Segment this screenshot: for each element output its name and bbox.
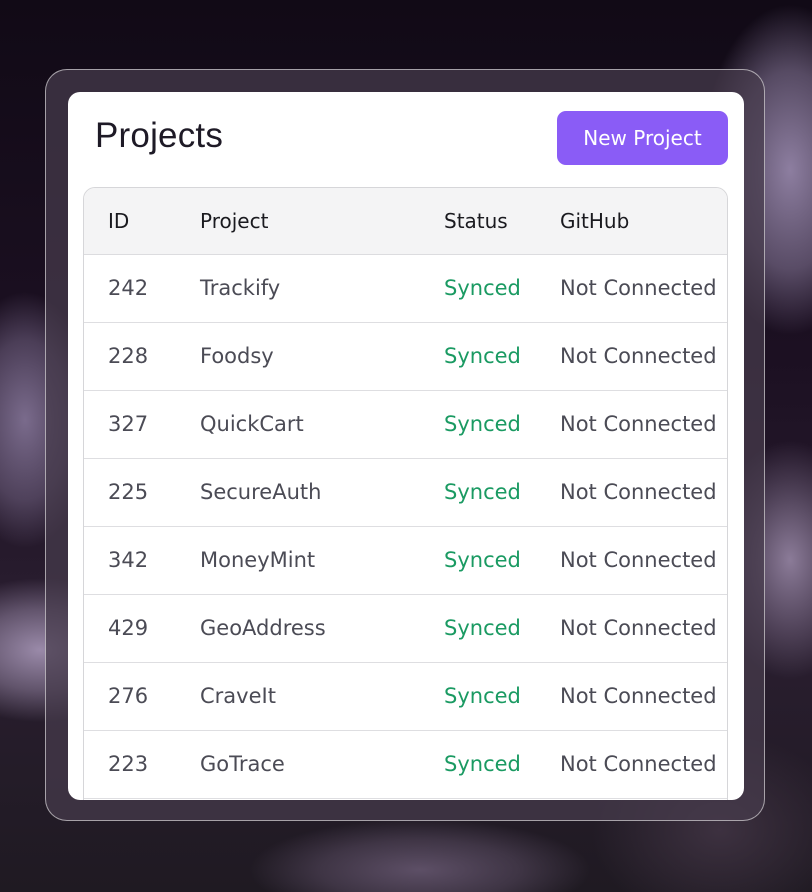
cell-status: Synced [444,322,560,391]
cell-project: GeoAddress [200,594,444,663]
cell-id: 327 [84,390,200,459]
cell-status: Synced [444,594,560,663]
cell-project: QuickCart [200,390,444,459]
projects-table-container[interactable]: ID Project Status GitHub 242 Trackify Sy… [83,187,728,800]
cell-id: 223 [84,730,200,799]
cell-id: 228 [84,322,200,391]
cell-github: Not Connected [560,254,727,323]
cell-github: Not Connected [560,390,727,459]
cell-status: Synced [444,390,560,459]
cell-github: Not Connected [560,458,727,527]
cell-id: 225 [84,458,200,527]
cell-github: Not Connected [560,594,727,663]
projects-table: ID Project Status GitHub 242 Trackify Sy… [84,188,727,799]
column-header-status[interactable]: Status [444,188,560,255]
cell-github: Not Connected [560,662,727,731]
table-row[interactable]: 242 Trackify Synced Not Connected [84,254,727,323]
cell-project: Trackify [200,254,444,323]
cell-project: GoTrace [200,730,444,799]
header-row: ID Project Status GitHub [84,188,727,255]
page-title: Projects [95,116,224,155]
cell-github: Not Connected [560,526,727,595]
cell-project: MoneyMint [200,526,444,595]
cell-project: Foodsy [200,322,444,391]
cell-status: Synced [444,254,560,323]
cell-status: Synced [444,526,560,595]
cell-status: Synced [444,458,560,527]
table-body: 242 Trackify Synced Not Connected 228 Fo… [84,254,727,799]
table-header: ID Project Status GitHub [84,188,727,255]
table-row[interactable]: 342 MoneyMint Synced Not Connected [84,526,727,595]
column-header-project[interactable]: Project [200,188,444,255]
cell-github: Not Connected [560,322,727,391]
table-row[interactable]: 223 GoTrace Synced Not Connected [84,730,727,799]
cell-id: 276 [84,662,200,731]
cell-status: Synced [444,730,560,799]
table-row[interactable]: 429 GeoAddress Synced Not Connected [84,594,727,663]
cell-id: 242 [84,254,200,323]
table-row[interactable]: 327 QuickCart Synced Not Connected [84,390,727,459]
cell-github: Not Connected [560,730,727,799]
cell-project: CraveIt [200,662,444,731]
new-project-button[interactable]: New Project [557,111,728,165]
cell-project: SecureAuth [200,458,444,527]
column-header-github[interactable]: GitHub [560,188,727,255]
table-row[interactable]: 225 SecureAuth Synced Not Connected [84,458,727,527]
table-row[interactable]: 276 CraveIt Synced Not Connected [84,662,727,731]
column-header-id[interactable]: ID [84,188,200,255]
cell-id: 429 [84,594,200,663]
cell-id: 342 [84,526,200,595]
table-row[interactable]: 228 Foodsy Synced Not Connected [84,322,727,391]
projects-card: Projects New Project ID Project Status G… [68,92,744,800]
cell-status: Synced [444,662,560,731]
